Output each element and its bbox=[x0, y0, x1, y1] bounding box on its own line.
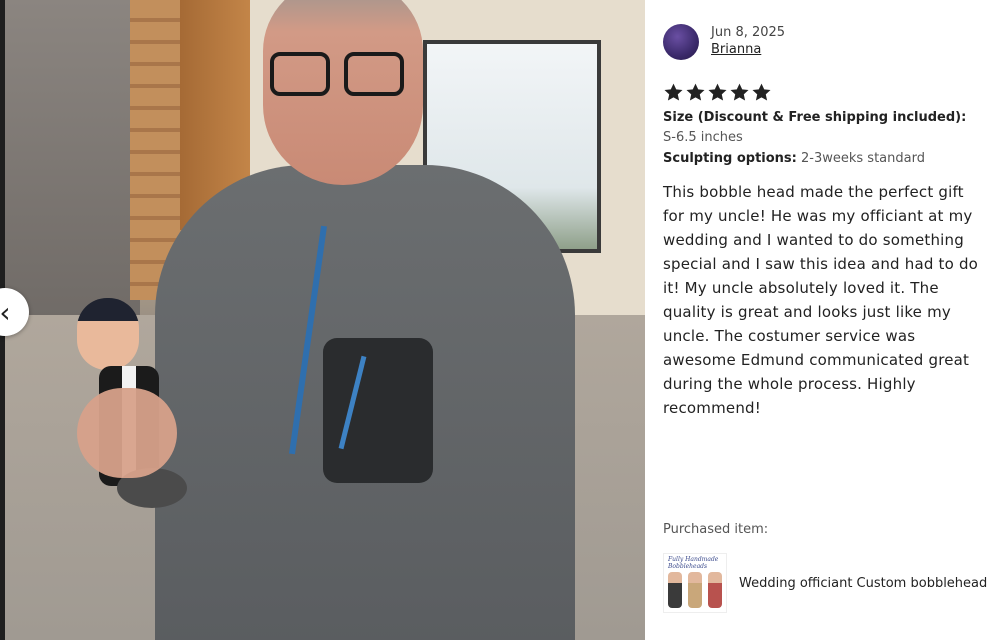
star-icon bbox=[708, 83, 727, 101]
variation-size: Size (Discount & Free shipping included)… bbox=[663, 108, 983, 148]
star-icon bbox=[752, 83, 771, 101]
purchased-item-title[interactable]: Wedding officiant Custom bobblehead bbox=[739, 576, 989, 591]
star-rating bbox=[663, 82, 772, 103]
reviewer-meta: Jun 8, 2025 Brianna bbox=[711, 25, 785, 59]
review-text: This bobble head made the perfect gift f… bbox=[663, 183, 979, 417]
purchased-item-link[interactable]: Fully Handmade Bobbleheads Wedding offic… bbox=[663, 553, 989, 613]
review-panel: Jun 8, 2025 Brianna Size (Discount & Fre… bbox=[645, 0, 1006, 640]
thumbnail-caption: Fully Handmade Bobbleheads bbox=[668, 556, 719, 570]
star-icon bbox=[686, 83, 705, 101]
variation-size-label: Size (Discount & Free shipping included)… bbox=[663, 110, 967, 125]
review-photo bbox=[5, 0, 645, 640]
reviewer-header: Jun 8, 2025 Brianna bbox=[663, 24, 785, 60]
photo-chest-pocket bbox=[323, 338, 433, 483]
purchased-item-thumbnail[interactable]: Fully Handmade Bobbleheads bbox=[663, 553, 727, 613]
reviewer-name-link[interactable]: Brianna bbox=[711, 41, 785, 59]
variation-size-value: S-6.5 inches bbox=[663, 130, 743, 145]
photo-glasses bbox=[267, 52, 407, 100]
avatar[interactable] bbox=[663, 24, 699, 60]
variation-sculpting: Sculpting options: 2-3weeks standard bbox=[663, 149, 983, 169]
review-date: Jun 8, 2025 bbox=[711, 25, 786, 40]
star-icon bbox=[664, 83, 683, 101]
star-icon bbox=[730, 83, 749, 101]
purchased-item-label: Purchased item: bbox=[663, 522, 769, 537]
variation-sculpting-label: Sculpting options: bbox=[663, 151, 797, 166]
photo-stone-wall bbox=[5, 0, 140, 330]
photo-hand bbox=[77, 388, 177, 478]
chevron-left-icon: ‹ bbox=[0, 295, 11, 329]
variation-sculpting-value: 2-3weeks standard bbox=[801, 151, 925, 166]
